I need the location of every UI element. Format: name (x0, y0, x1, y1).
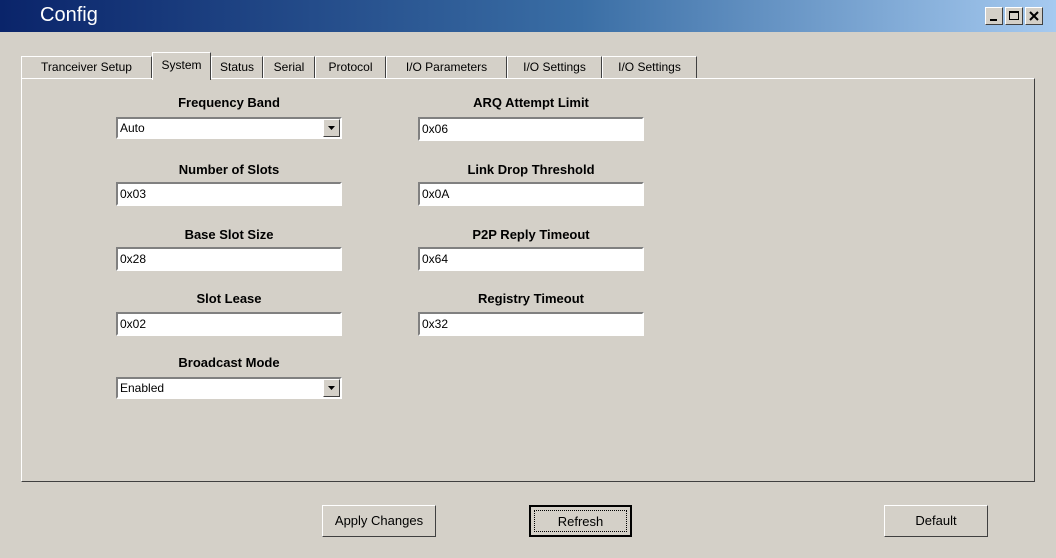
link-drop-threshold-input[interactable]: 0x0A (418, 182, 644, 206)
frequency-band-label: Frequency Band (178, 95, 280, 110)
dropdown-button[interactable] (323, 119, 340, 137)
link-drop-threshold-label: Link Drop Threshold (467, 162, 595, 177)
frequency-band-select[interactable]: Auto (116, 117, 342, 139)
dropdown-button[interactable] (323, 379, 340, 397)
number-of-slots-input[interactable]: 0x03 (116, 182, 342, 206)
base-slot-size-input[interactable]: 0x28 (116, 247, 342, 271)
chevron-down-icon (328, 126, 335, 130)
frequency-band-value: Auto (120, 121, 145, 135)
close-icon (1029, 11, 1039, 21)
close-button[interactable] (1025, 7, 1043, 25)
tab-io-parameters[interactable]: I/O Parameters (386, 56, 507, 78)
tab-io-settings-2[interactable]: I/O Settings (602, 56, 697, 78)
tab-serial[interactable]: Serial (263, 56, 315, 78)
apply-changes-button[interactable]: Apply Changes (322, 505, 436, 537)
p2p-reply-timeout-label: P2P Reply Timeout (472, 227, 590, 242)
slot-lease-label: Slot Lease (196, 291, 262, 306)
broadcast-mode-label: Broadcast Mode (178, 355, 280, 370)
maximize-button[interactable] (1005, 7, 1023, 25)
slot-lease-input[interactable]: 0x02 (116, 312, 342, 336)
maximize-icon (1009, 11, 1019, 20)
tab-protocol[interactable]: Protocol (315, 56, 386, 78)
window-title: Config (40, 4, 98, 26)
refresh-button[interactable]: Refresh (529, 505, 632, 537)
p2p-reply-timeout-input[interactable]: 0x64 (418, 247, 644, 271)
refresh-button-label: Refresh (534, 510, 627, 532)
minimize-button[interactable] (985, 7, 1003, 25)
tab-status[interactable]: Status (211, 56, 263, 78)
registry-timeout-input[interactable]: 0x32 (418, 312, 644, 336)
tab-system[interactable]: System (152, 52, 211, 80)
tab-io-settings-1[interactable]: I/O Settings (507, 56, 602, 78)
arq-attempt-limit-input[interactable]: 0x06 (418, 117, 644, 141)
default-button[interactable]: Default (884, 505, 988, 537)
chevron-down-icon (328, 386, 335, 390)
broadcast-mode-value: Enabled (120, 381, 165, 395)
tab-tranceiver-setup[interactable]: Tranceiver Setup (21, 56, 152, 78)
arq-attempt-limit-label: ARQ Attempt Limit (473, 95, 589, 110)
minimize-icon (990, 19, 997, 21)
base-slot-size-label: Base Slot Size (184, 227, 274, 242)
broadcast-mode-select[interactable]: Enabled (116, 377, 342, 399)
registry-timeout-label: Registry Timeout (478, 291, 584, 306)
number-of-slots-label: Number of Slots (178, 162, 280, 177)
title-bar[interactable]: Config (0, 0, 1056, 32)
